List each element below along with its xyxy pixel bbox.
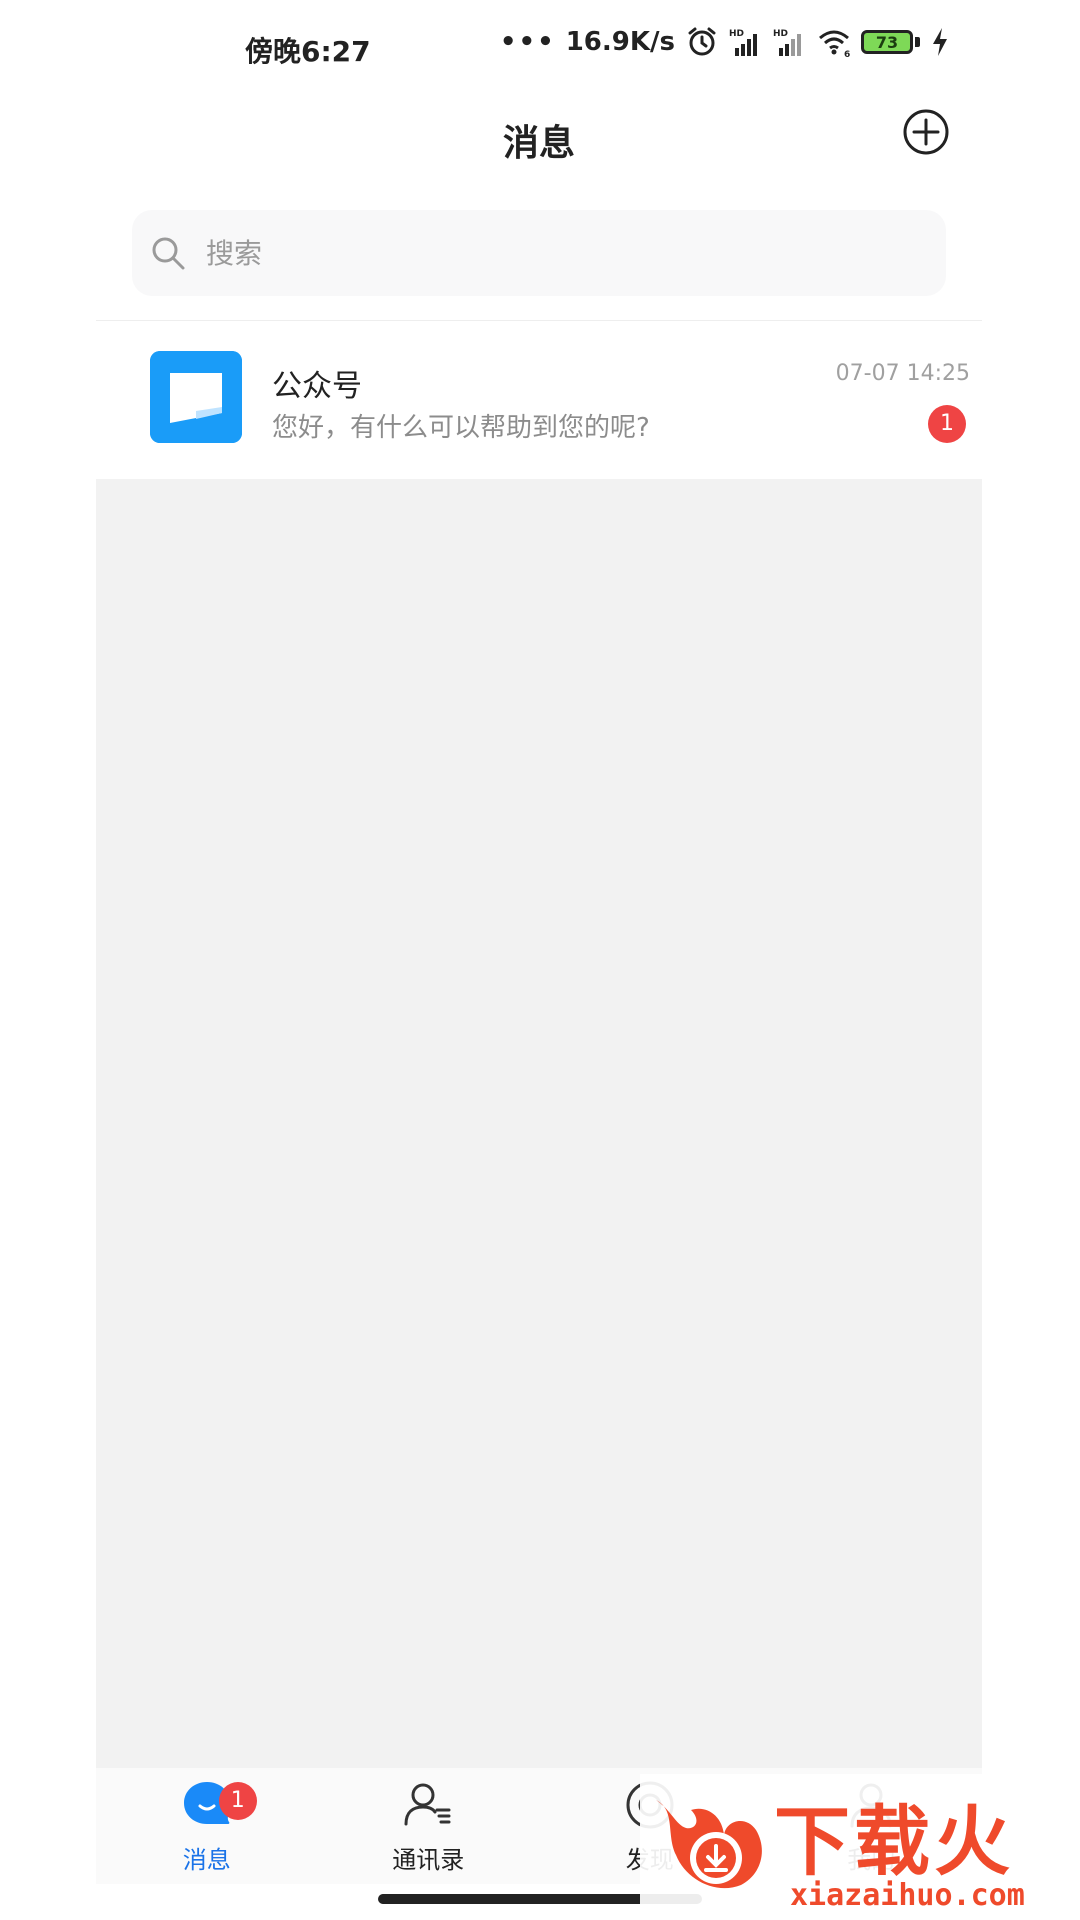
search-input[interactable] (204, 235, 808, 271)
battery-tip (915, 37, 920, 47)
unread-badge: 1 (928, 405, 966, 443)
app-screen: 傍晚6:27 ••• 16.9K/s HD HD 6 73 消息 搜索 公众号 … (0, 0, 1080, 1920)
svg-text:HD: HD (729, 29, 744, 39)
wifi-icon: 6 (819, 30, 850, 58)
tab-badge: 1 (218, 1782, 257, 1820)
conversation-preview: 您好，有什么可以帮助到您的呢? (272, 413, 650, 443)
contacts-icon (404, 1783, 451, 1825)
alarm-icon (688, 27, 716, 56)
watermark: 下载火 xiazaihuo.com (640, 1774, 1080, 1920)
plus-circle-icon[interactable] (902, 108, 950, 156)
conversation-list: 公众号 您好，有什么可以帮助到您的呢? 07-07 14:25 1 (96, 321, 982, 479)
signal-hd-icon: HD (729, 29, 757, 56)
signal-hd-icon: HD (773, 29, 801, 56)
network-speed: 16.9K/s (565, 27, 675, 57)
svg-text:6: 6 (844, 50, 850, 58)
battery-level: 73 (861, 30, 913, 54)
status-bar: 傍晚6:27 ••• 16.9K/s HD HD 6 73 (0, 0, 1080, 96)
status-right: ••• 16.9K/s HD HD 6 73 (500, 26, 950, 58)
list-item[interactable]: 公众号 您好，有什么可以帮助到您的呢? 07-07 14:25 1 (96, 321, 982, 479)
battery-icon: 73 (861, 30, 920, 54)
search-section (96, 186, 982, 321)
empty-content-area (96, 479, 982, 1784)
tab-messages[interactable]: 消息 1 (107, 1768, 307, 1884)
tab-label: 通讯录 (392, 1845, 465, 1874)
watermark-brand-cn: 下载火 (774, 1797, 1014, 1886)
search-icon (152, 237, 185, 270)
tab-label: 消息 (182, 1845, 231, 1874)
avatar (150, 351, 242, 443)
conversation-time: 07-07 14:25 (835, 361, 970, 386)
tab-contacts[interactable]: 通讯录 (328, 1768, 528, 1884)
header: 消息 (96, 96, 982, 187)
status-time: 傍晚6:27 (245, 35, 371, 68)
svg-text:HD: HD (773, 29, 788, 39)
flame-logo-icon (656, 1800, 762, 1889)
watermark-brand-en: xiazaihuo.com (790, 1878, 1025, 1913)
page-title: 消息 (502, 123, 575, 164)
conversation-title: 公众号 (272, 369, 362, 404)
charging-icon (933, 28, 947, 56)
status-dots: ••• (499, 27, 556, 57)
official-account-icon (150, 351, 242, 443)
search-box[interactable] (132, 210, 946, 296)
